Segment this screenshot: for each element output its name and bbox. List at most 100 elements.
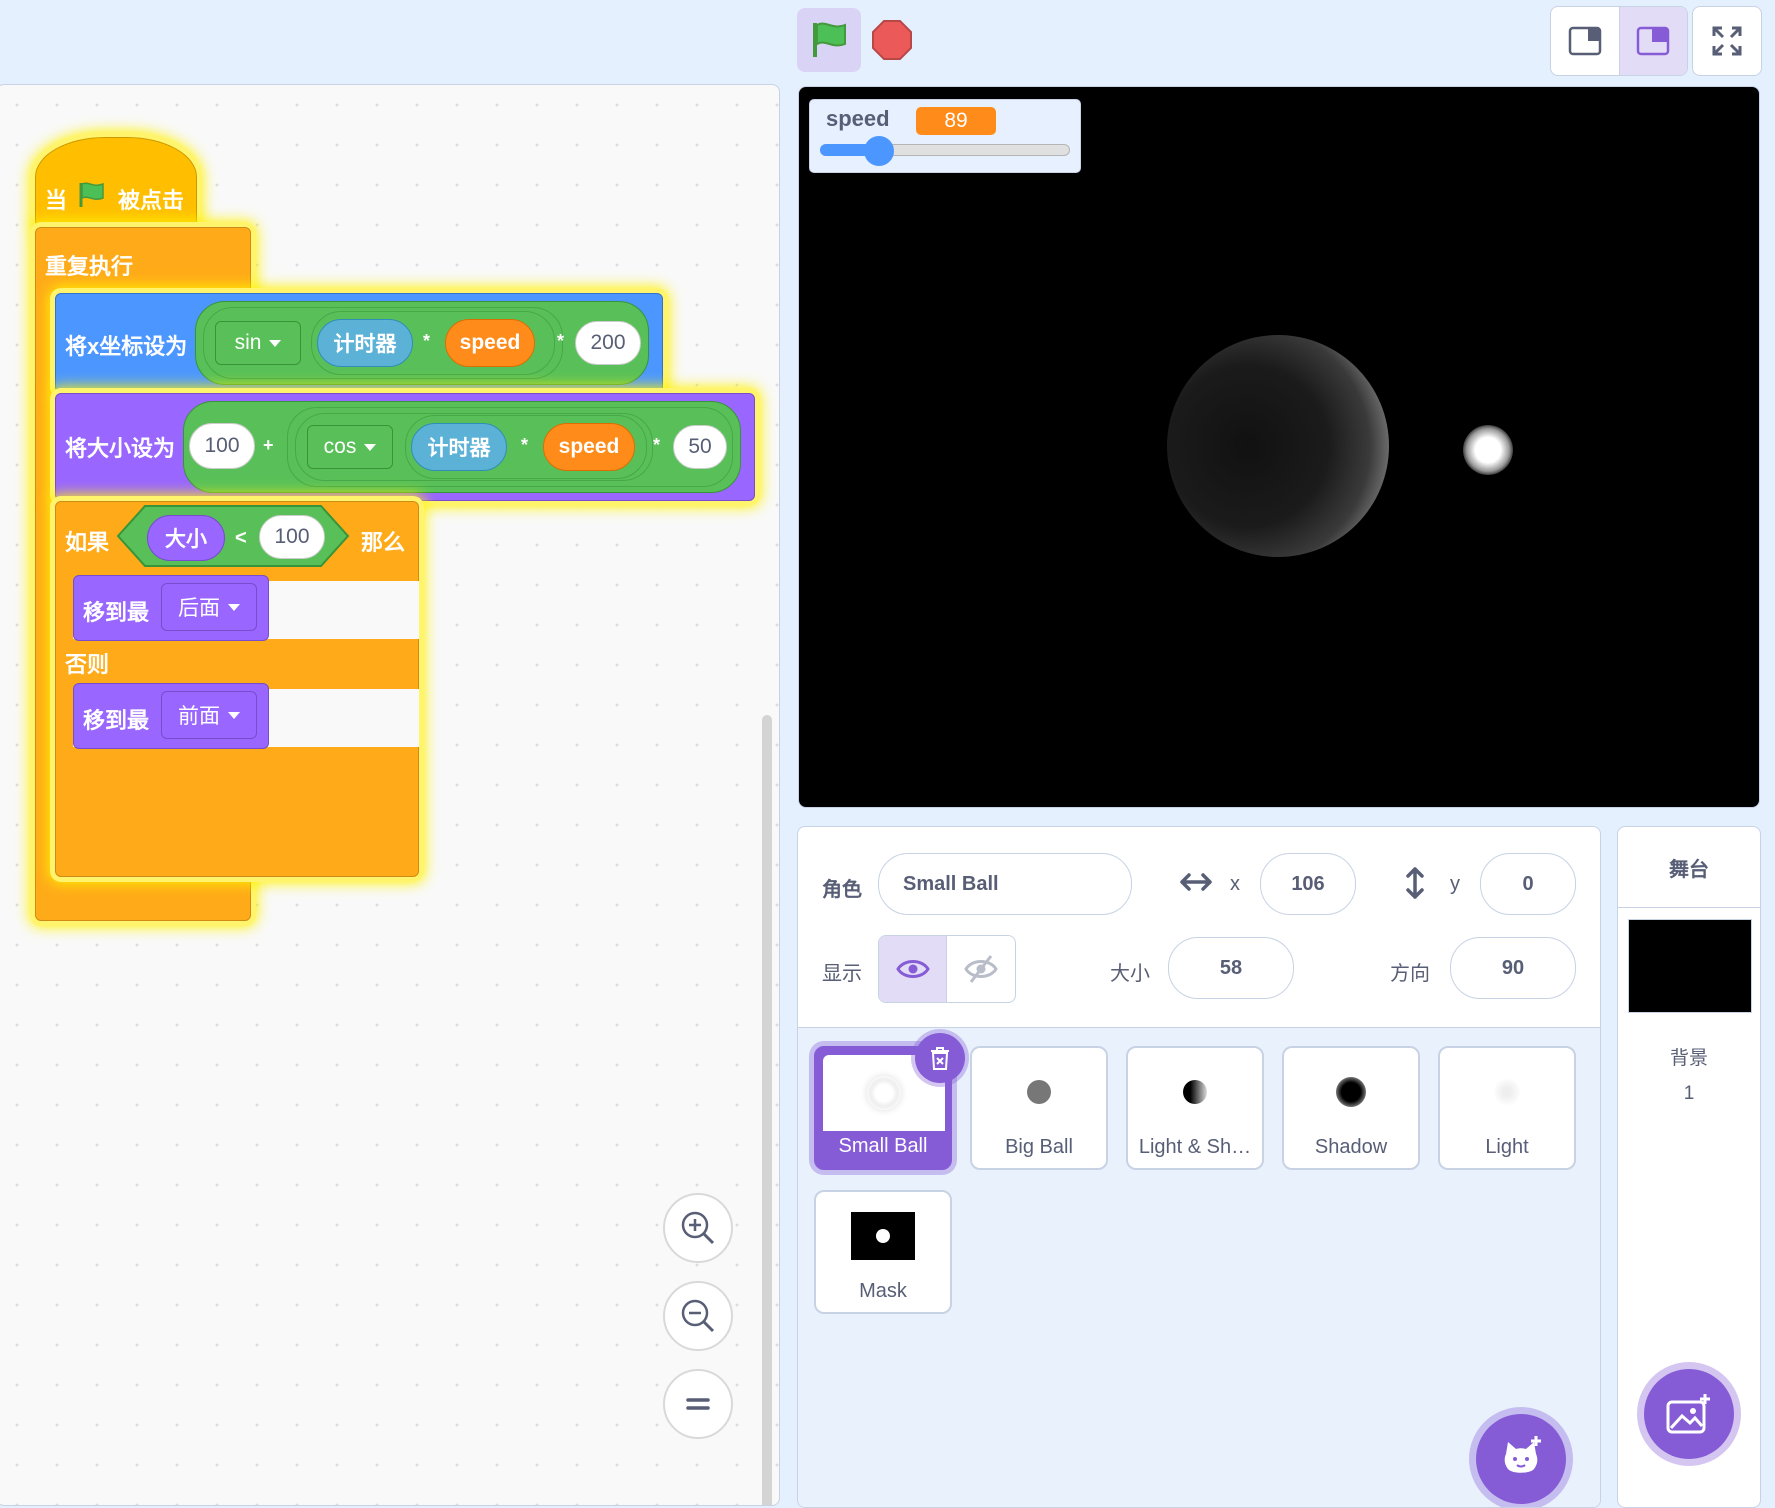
go-to-label: 移到最 [83, 600, 150, 625]
small-stage-icon [1568, 26, 1601, 56]
size-factor-input[interactable]: 50 [673, 425, 727, 469]
size-reporter[interactable]: 大小 [147, 515, 225, 561]
speed-variable-reporter[interactable]: speed [445, 319, 535, 367]
code-area[interactable]: 当 被点击 重复执行 将x坐标设为 sin 计时器 * speed * 200 … [0, 84, 780, 1506]
small-stage-button[interactable] [1551, 7, 1620, 75]
y-position-icon [1400, 865, 1430, 906]
plus-sign: + [263, 435, 274, 455]
go-to-label: 移到最 [83, 708, 150, 733]
set-size-label: 将大小设为 [65, 436, 176, 461]
sprite-tile-small-ball[interactable]: Small Ball [814, 1033, 965, 1170]
normal-stage-button[interactable] [1619, 7, 1687, 75]
stage[interactable]: speed 89 [798, 86, 1760, 808]
cos-dropdown-value: cos [323, 435, 357, 458]
sprite-tile-mask[interactable]: Mask [814, 1190, 952, 1314]
green-flag-icon [813, 22, 846, 57]
stage-thumbnail[interactable] [1628, 919, 1752, 1013]
small-ball-sprite[interactable] [1463, 425, 1513, 475]
vertical-scrollbar[interactable] [762, 715, 772, 1505]
speed-slider-handle[interactable] [864, 136, 894, 166]
size-label: 大小 [1110, 963, 1150, 985]
stop-sign-icon [872, 20, 912, 60]
hat-when-label: 当 [45, 188, 68, 213]
zoom-out-button[interactable] [663, 1281, 733, 1351]
x-position-icon [1178, 867, 1214, 902]
show-sprite-button[interactable] [879, 936, 947, 1002]
sprite-tile-name: Small Ball [838, 1135, 928, 1157]
green-flag-button[interactable] [797, 8, 861, 72]
direction-input[interactable]: 90 [1450, 937, 1576, 999]
show-label: 显示 [822, 963, 862, 985]
stage-target-pane[interactable]: 舞台 背景 1 [1617, 826, 1761, 1508]
speed-variable-monitor[interactable]: speed 89 [809, 99, 1081, 173]
set-x-label: 将x坐标设为 [65, 334, 188, 359]
zoom-in-button[interactable] [663, 1193, 733, 1263]
green-flag-icon [77, 181, 107, 214]
speed-label: speed [459, 331, 521, 354]
layer-option: 前面 [178, 705, 220, 728]
x-position-input[interactable]: 106 [1260, 853, 1356, 915]
sprite-thumbnail [1446, 1054, 1568, 1130]
size-reporter-label: 大小 [165, 528, 207, 551]
hide-sprite-button[interactable] [947, 936, 1015, 1002]
monitor-value: 89 [916, 107, 996, 135]
y-position-input[interactable]: 0 [1480, 853, 1576, 915]
chevron-down-icon [269, 339, 282, 347]
sprite-name-label: 角色 [822, 879, 862, 901]
if-label: 如果 [65, 530, 110, 555]
hat-clicked-label: 被点击 [118, 188, 185, 213]
sprite-tile-big-ball[interactable]: Big Ball [970, 1046, 1108, 1170]
chevron-down-icon [228, 603, 240, 611]
fullscreen-icon [1712, 26, 1742, 56]
sin-dropdown[interactable]: sin [215, 321, 301, 365]
sprite-tile-light-shadow[interactable]: Light & Sh… [1126, 1046, 1264, 1170]
zoom-out-icon [681, 1299, 715, 1333]
backdrops-label: 背景 [1669, 1048, 1708, 1069]
eye-slash-icon [964, 955, 998, 983]
sprite-tile-name: Big Ball [1005, 1136, 1073, 1158]
amplitude-input[interactable]: 200 [575, 321, 641, 365]
sprite-tile-name: Light & Sh… [1138, 1136, 1252, 1158]
x-label: x [1230, 873, 1240, 895]
sprite-tile-name: Shadow [1314, 1136, 1388, 1158]
base-size-input[interactable]: 100 [189, 423, 255, 469]
then-label: 那么 [361, 530, 406, 555]
visibility-toggle[interactable] [878, 935, 1016, 1003]
zoom-in-icon [681, 1211, 715, 1245]
layer-dropdown[interactable]: 前面 [161, 691, 257, 739]
compare-value-input[interactable]: 100 [259, 515, 325, 559]
timer-reporter[interactable]: 计时器 [317, 319, 413, 367]
stage-pane-title: 舞台 [1618, 827, 1760, 908]
add-backdrop-button[interactable] [1644, 1369, 1734, 1459]
eye-icon [895, 960, 930, 978]
normal-stage-icon [1637, 26, 1670, 56]
sprite-list: Small Ball Big Ball Light & Sh… Shadow L… [798, 1027, 1600, 1507]
zoom-reset-button[interactable] [663, 1369, 733, 1439]
add-sprite-button[interactable] [1476, 1414, 1566, 1504]
big-ball-sprite[interactable] [1167, 335, 1389, 557]
sprite-name-input[interactable]: Small Ball [878, 853, 1132, 915]
sprite-tile-name: Mask [859, 1280, 907, 1302]
monitor-label: speed [826, 106, 890, 131]
multiply-sign: * [423, 331, 431, 351]
zoom-reset-icon [686, 1398, 710, 1410]
sprite-thumbnail [1134, 1054, 1256, 1130]
timer-reporter[interactable]: 计时器 [411, 423, 507, 471]
fullscreen-button[interactable] [1692, 6, 1762, 76]
layer-dropdown[interactable]: 后面 [161, 583, 257, 631]
delete-sprite-button[interactable] [915, 1033, 965, 1083]
cos-dropdown[interactable]: cos [307, 425, 393, 469]
stop-button[interactable] [870, 18, 914, 62]
stage-size-toggle[interactable] [1550, 6, 1688, 76]
size-input[interactable]: 58 [1168, 937, 1294, 999]
sprite-tile-shadow[interactable]: Shadow [1282, 1046, 1420, 1170]
sprite-tile-light[interactable]: Light [1438, 1046, 1576, 1170]
speed-variable-reporter[interactable]: speed [543, 423, 635, 471]
forever-label: 重复执行 [45, 254, 134, 279]
less-than-sign: < [235, 527, 247, 549]
layer-option: 后面 [178, 597, 220, 620]
image-plus-icon [1666, 1394, 1710, 1434]
sprite-tile-name: Light [1485, 1136, 1529, 1158]
chevron-down-icon [228, 711, 240, 719]
else-label: 否则 [65, 652, 110, 677]
